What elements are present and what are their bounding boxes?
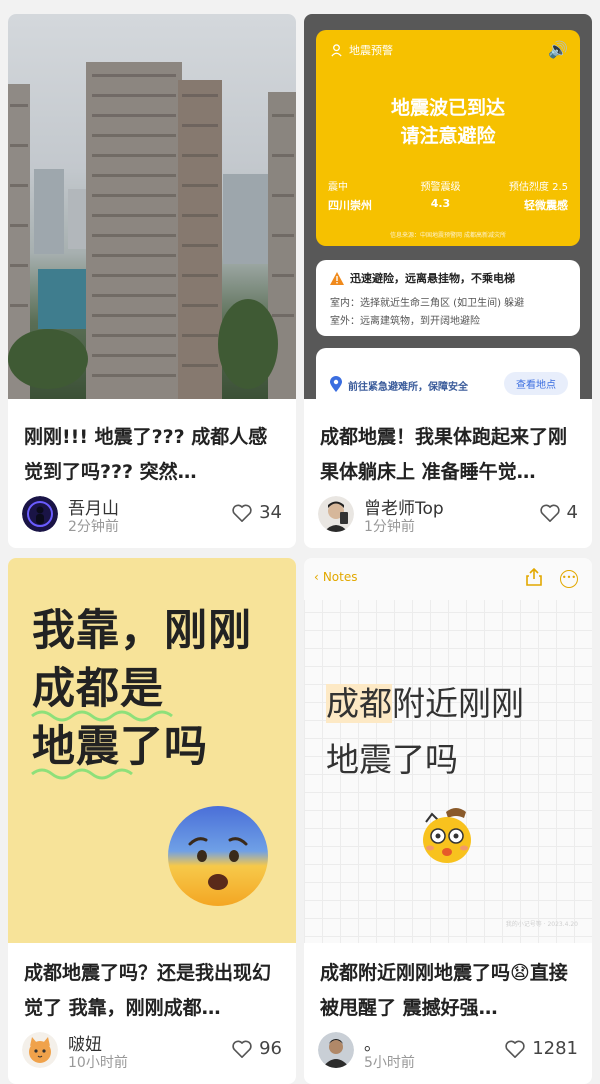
post-title[interactable]: 成都附近刚刚地震了吗😧直接被甩醒了 震撼好强…	[320, 956, 578, 1026]
post-image[interactable]: ‹ Notes ••• 成都附近刚刚 地震了吗 我的小记号等 · 2023.4.…	[304, 558, 592, 943]
safety-tip-panel: 迅速避险，远离悬挂物，不乘电梯 室内：选择就近生命三角区 (如卫生间) 躲避 室…	[316, 260, 580, 336]
heart-icon	[539, 504, 560, 522]
avatar[interactable]	[318, 496, 354, 532]
view-location-button[interactable]: 查看地点	[504, 372, 568, 395]
like-count: 96	[259, 1038, 282, 1059]
share-icon[interactable]	[526, 568, 542, 586]
heart-icon	[232, 504, 252, 522]
post-time: 1分钟前	[364, 519, 415, 535]
post-title[interactable]: 成都地震！我果体跑起来了刚果体躺床上 准备睡午觉…	[320, 420, 578, 490]
post-title[interactable]: 刚刚!!! 地震了??? 成都人感觉到了吗??? 突然…	[24, 420, 282, 490]
post-card[interactable]: 我靠，刚刚 成都是 地震了吗 成都地震了吗？还是我出现幻觉了 我靠，刚刚成都… …	[8, 558, 296, 1084]
post-meta: 。 5小时前 1281	[318, 1030, 578, 1072]
post-card[interactable]: 刚刚!!! 地震了??? 成都人感觉到了吗??? 突然… 吾月山 2分钟前 34	[8, 14, 296, 548]
post-image[interactable]: 地震预警 🔊 地震波已到达 请注意避险 震中 四川崇州 预警震级 4.3 预估烈度 …	[304, 14, 592, 399]
post-time: 10小时前	[68, 1055, 128, 1071]
fearful-face-emoji	[168, 806, 268, 906]
post-time: 5小时前	[364, 1055, 415, 1071]
post-title[interactable]: 成都地震了吗？还是我出现幻觉了 我靠，刚刚成都…	[24, 956, 282, 1026]
like-button[interactable]: 4	[539, 502, 578, 523]
avatar[interactable]	[22, 1032, 58, 1068]
notes-back-button[interactable]: ‹ Notes	[314, 570, 357, 584]
like-count: 34	[259, 502, 282, 523]
watermark: 我的小记号等 · 2023.4.20	[505, 921, 578, 928]
quake-alert-panel: 地震预警 🔊 地震波已到达 请注意避险 震中 四川崇州 预警震级 4.3 预估烈度 …	[316, 30, 580, 246]
heart-icon	[505, 1040, 525, 1058]
post-card[interactable]: 地震预警 🔊 地震波已到达 请注意避险 震中 四川崇州 预警震级 4.3 预估烈度 …	[304, 14, 592, 548]
image-text: 我靠，刚刚 成都是 地震了吗	[32, 606, 252, 772]
like-count: 1281	[532, 1038, 578, 1059]
alert-person-icon	[331, 43, 342, 57]
like-button[interactable]: 96	[231, 1038, 282, 1059]
location-pin-icon	[330, 376, 342, 392]
avatar[interactable]	[22, 496, 58, 532]
chevron-left-icon: ‹	[314, 570, 319, 584]
like-button[interactable]: 1281	[504, 1038, 578, 1059]
notes-toolbar: ‹ Notes •••	[304, 558, 592, 600]
warning-icon	[330, 271, 344, 285]
avatar[interactable]	[318, 1032, 354, 1068]
alert-source: 信息来源：中国地震预警网 成都高新减灾所	[390, 232, 506, 239]
post-image[interactable]: 我靠，刚刚 成都是 地震了吗	[8, 558, 296, 943]
post-meta: 啵妞 10小时前 96	[22, 1030, 282, 1072]
post-feed: 刚刚!!! 地震了??? 成都人感觉到了吗??? 突然… 吾月山 2分钟前 34	[0, 0, 600, 1084]
notes-content: 成都附近刚刚 地震了吗	[326, 684, 524, 779]
squiggle-underline	[31, 768, 133, 780]
heart-icon	[232, 1040, 252, 1058]
post-image[interactable]	[8, 14, 296, 399]
surprised-face-emoji	[423, 808, 471, 863]
post-meta: 吾月山 2分钟前 34	[22, 494, 282, 536]
speaker-icon[interactable]: 🔊	[548, 40, 568, 59]
more-icon[interactable]: •••	[560, 570, 578, 588]
alert-message: 地震波已到达 请注意避险	[390, 97, 505, 147]
alert-header: 地震预警	[349, 44, 393, 57]
post-card[interactable]: ‹ Notes ••• 成都附近刚刚 地震了吗 我的小记号等 · 2023.4.…	[304, 558, 592, 1084]
post-time: 2分钟前	[68, 519, 119, 535]
alert-stats: 震中 四川崇州 预警震级 4.3 预估烈度 2.5 轻微震感	[328, 182, 568, 212]
building-photo	[8, 62, 296, 399]
like-button[interactable]: 34	[231, 502, 282, 523]
post-meta: 曾老师Top 1分钟前 4	[318, 494, 578, 536]
shelter-panel: 前往紧急避难所，保障安全 查看地点	[316, 348, 580, 399]
squiggle-underline	[31, 710, 173, 722]
like-count: 4	[566, 502, 578, 523]
